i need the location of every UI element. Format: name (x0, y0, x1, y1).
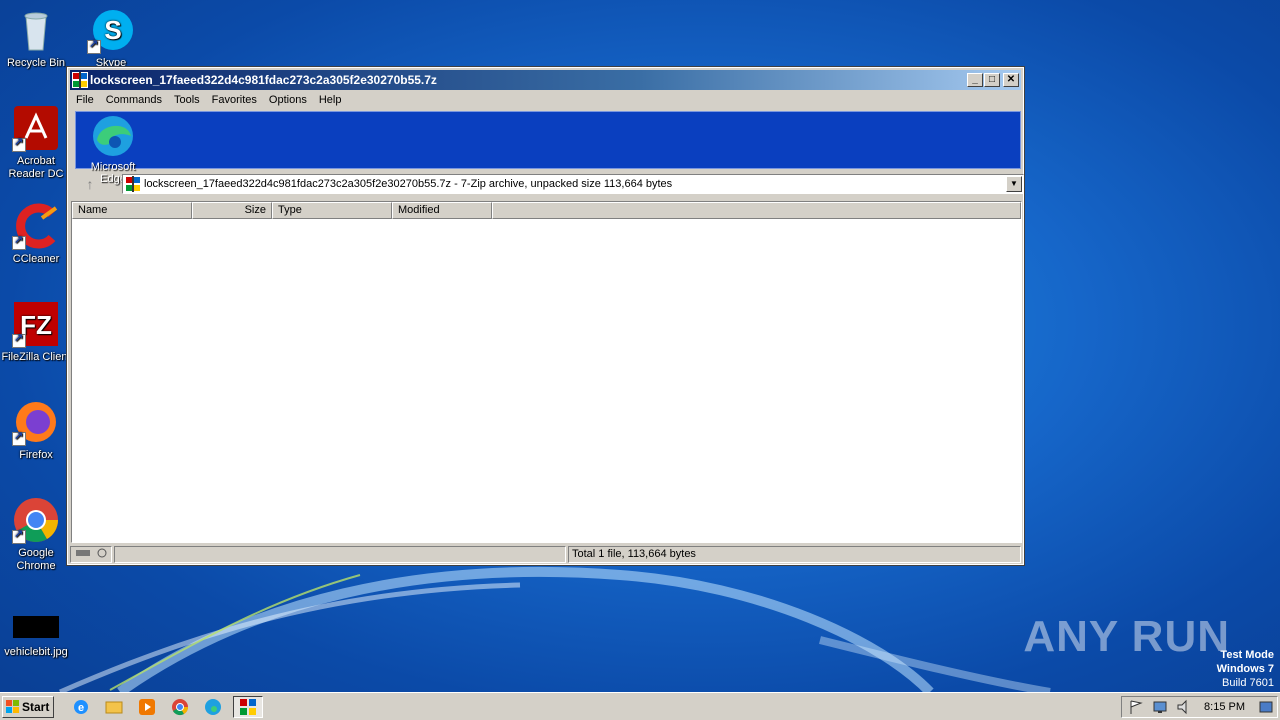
status-bar: Total 1 file, 113,664 bytes (70, 546, 1021, 563)
menu-favorites[interactable]: Favorites (206, 92, 263, 108)
desktop-icon-chrome[interactable]: Google Chrome (1, 496, 71, 573)
window-title: lockscreen_17faeed322d4c981fdac273c2a305… (90, 73, 437, 87)
shortcut-arrow-icon (12, 234, 26, 250)
column-header-modified[interactable]: Modified (392, 202, 492, 219)
close-button[interactable]: ✕ (1003, 73, 1019, 87)
ccleaner-icon (12, 202, 60, 250)
svg-text:e: e (78, 702, 84, 714)
media-player-icon (139, 698, 155, 715)
skype-icon: S (87, 6, 135, 54)
shortcut-arrow-icon (12, 136, 26, 152)
desktop-icon-label: Google Chrome (16, 547, 56, 572)
shortcut-arrow-icon (87, 38, 101, 54)
edge-icon (93, 116, 133, 156)
system-tray: 8:15 PM (1121, 696, 1278, 718)
minimize-button[interactable]: _ (967, 73, 983, 87)
desktop-icon-skype[interactable]: S Skype (76, 6, 146, 70)
column-header-name[interactable]: Name (72, 202, 192, 219)
shortcut-arrow-icon (12, 332, 26, 348)
start-button[interactable]: Start (2, 695, 54, 718)
status-icons (70, 546, 112, 563)
menu-commands[interactable]: Commands (100, 92, 168, 108)
firefox-icon (12, 398, 60, 446)
column-header-filler (492, 202, 1021, 219)
menubar: File Commands Tools Favorites Options He… (68, 90, 1023, 110)
recycle-bin-icon (12, 6, 60, 54)
column-headers: Name Size Type Modified (72, 202, 1021, 219)
desktop-icon-firefox[interactable]: Firefox (1, 398, 71, 462)
taskbar-chrome[interactable] (169, 696, 191, 718)
network-icon[interactable] (1152, 699, 1168, 715)
drive-status-icon (76, 548, 107, 558)
taskbar-edge[interactable] (202, 696, 224, 718)
address-bar: ↑ lockscreen_17faeed322d4c981fdac273c2a3… (75, 172, 1024, 196)
address-combobox[interactable]: lockscreen_17faeed322d4c981fdac273c2a305… (122, 174, 1024, 194)
column-header-type[interactable]: Type (272, 202, 392, 219)
windows-logo-icon (6, 699, 19, 713)
desktop-icon-filezilla[interactable]: FZ FileZilla Client (1, 300, 71, 364)
menu-options[interactable]: Options (263, 92, 313, 108)
chrome-icon (172, 698, 189, 715)
7zip-app-icon (72, 72, 88, 88)
anyrun-watermark: ANY RUN (1023, 612, 1230, 661)
desktop-icon-acrobat[interactable]: Acrobat Reader DC (1, 104, 71, 181)
taskbar-ie[interactable]: e (70, 696, 92, 718)
taskbar-media-player[interactable] (136, 696, 158, 718)
desktop-icon-label: Firefox (19, 449, 53, 461)
start-label: Start (22, 699, 50, 714)
volume-icon[interactable] (1176, 699, 1192, 715)
up-folder-button[interactable]: ↑ (75, 173, 105, 195)
shortcut-arrow-icon (12, 528, 26, 544)
archive-window: lockscreen_17faeed322d4c981fdac273c2a305… (66, 66, 1025, 566)
address-dropdown-button[interactable]: ▼ (1006, 176, 1022, 192)
toolbar-band: Microsoft Edge (75, 111, 1021, 185)
show-desktop-icon[interactable] (1259, 699, 1273, 715)
status-total: Total 1 file, 113,664 bytes (568, 546, 1021, 563)
7zip-archive-icon (125, 176, 141, 192)
file-list[interactable]: Name Size Type Modified (71, 201, 1022, 543)
shortcut-arrow-icon (12, 430, 26, 446)
taskbar: Start e 8:15 PM (0, 692, 1280, 720)
desktop-icon-recycle-bin[interactable]: Recycle Bin (1, 6, 71, 70)
svg-text:S: S (104, 15, 121, 45)
taskbar-7zip[interactable] (233, 695, 263, 718)
desktop-icon-label: Recycle Bin (6, 57, 66, 69)
desktop-icon-label: CCleaner (12, 253, 60, 265)
filezilla-icon: FZ (12, 300, 60, 348)
maximize-button[interactable]: □ (984, 73, 1000, 87)
action-center-flag-icon[interactable] (1128, 699, 1144, 715)
menu-help[interactable]: Help (313, 92, 348, 108)
desktop-icon-label: Acrobat Reader DC (8, 155, 64, 180)
taskbar-explorer[interactable] (103, 696, 125, 718)
image-file-icon (12, 614, 60, 640)
menu-file[interactable]: File (70, 92, 100, 108)
folder-icon (105, 701, 123, 713)
desktop-icon-vehiclebit[interactable]: vehiclebit.jpg (1, 614, 71, 659)
edge-icon (205, 698, 221, 715)
internet-explorer-icon: e (74, 699, 88, 714)
chrome-icon (12, 496, 60, 544)
desktop-icon-label: vehiclebit.jpg (4, 646, 68, 658)
address-text: lockscreen_17faeed322d4c981fdac273c2a305… (144, 178, 673, 190)
7zip-app-icon (240, 698, 256, 715)
menu-tools[interactable]: Tools (168, 92, 206, 108)
test-mode-label: Test Mode Windows 7 Build 7601 (1216, 649, 1274, 689)
desktop-icon-label: FileZilla Client (1, 351, 71, 363)
window-titlebar[interactable]: lockscreen_17faeed322d4c981fdac273c2a305… (70, 70, 1021, 90)
desktop-icon-ccleaner[interactable]: CCleaner (1, 202, 71, 266)
column-header-size[interactable]: Size (192, 202, 272, 219)
acrobat-icon (12, 104, 60, 152)
clock[interactable]: 8:15 PM (1204, 701, 1245, 713)
status-cell-empty (114, 546, 566, 563)
